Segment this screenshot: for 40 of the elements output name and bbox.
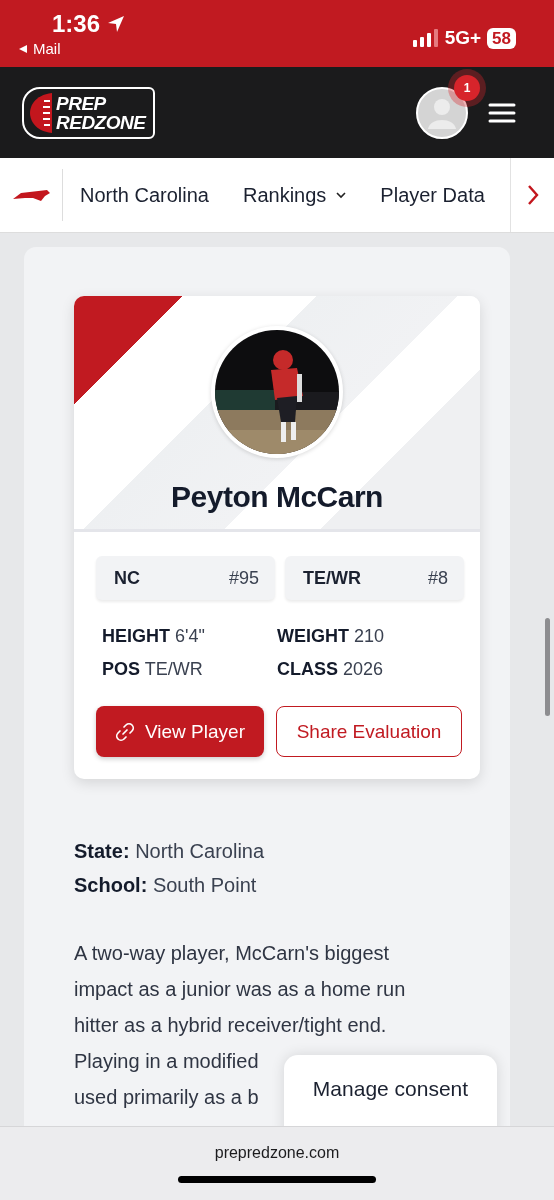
chevron-right-icon: [526, 184, 539, 206]
football-icon: [28, 90, 54, 135]
url-text[interactable]: prepredzone.com: [214, 1144, 340, 1162]
logo-text: REDZONE: [56, 112, 146, 132]
rank-value: #8: [427, 567, 448, 589]
nav-link[interactable]: North Carolina: [80, 183, 209, 207]
notification-badge: 1: [454, 74, 480, 101]
paragraph-line: Playing in a modified: [74, 1049, 259, 1074]
attribute-text: WEIGHT 210: [277, 626, 386, 647]
state-map-icon[interactable]: [11, 187, 51, 203]
paragraph-line: A two-way player, McCarn's biggest: [74, 941, 390, 966]
nav-link[interactable]: Rankings: [242, 183, 347, 207]
status-time: 1:36: [52, 10, 101, 38]
rank-value: #95: [228, 567, 259, 589]
menu-icon[interactable]: [488, 101, 516, 124]
attribute-text: HEIGHT 6'4": [102, 626, 206, 647]
nav-link[interactable]: Player Data: [380, 183, 485, 207]
logo-text: PREP: [56, 93, 107, 113]
rank-label: TE/WR: [303, 567, 361, 589]
attribute-text: POS TE/WR: [102, 659, 204, 680]
back-to-mail-link[interactable]: Mail: [18, 40, 127, 57]
paragraph-line: hitter as a hybrid receiver/tight end.: [74, 1013, 387, 1038]
chevron-down-icon: [336, 191, 347, 199]
manage-consent-button[interactable]: Manage consent: [284, 1055, 497, 1126]
player-name: Peyton McCarn: [171, 480, 383, 514]
share-evaluation-button[interactable]: Share Evaluation: [276, 706, 462, 757]
detail-text: School: South Point: [74, 873, 258, 897]
paragraph-line: impact as a junior was as a home run: [74, 977, 406, 1002]
rank-label: NC: [114, 567, 140, 589]
attribute-text: CLASS 2026: [277, 659, 385, 680]
battery-indicator: 58: [487, 27, 516, 49]
site-logo[interactable]: PREP REDZONE: [22, 86, 156, 139]
view-player-button[interactable]: View Player: [96, 706, 264, 757]
network-type: 5G+: [444, 27, 482, 49]
detail-text: State: North Carolina: [74, 839, 266, 863]
signal-icon: [412, 29, 439, 47]
back-arrow-icon: [18, 43, 28, 54]
link-icon: [115, 721, 135, 742]
location-arrow-icon: [106, 14, 127, 34]
paragraph-line: used primarily as a b: [74, 1085, 259, 1110]
